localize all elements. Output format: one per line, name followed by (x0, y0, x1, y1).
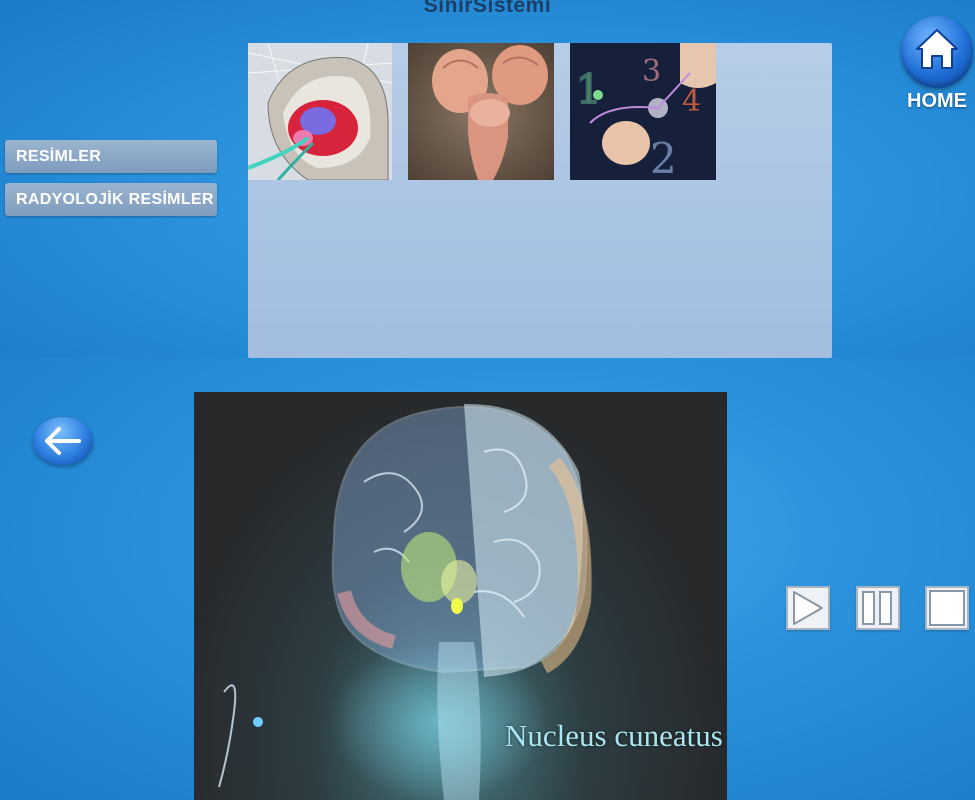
svg-text:3: 3 (642, 54, 661, 89)
home-label: HOME (907, 90, 967, 112)
svg-text:4: 4 (682, 84, 701, 119)
page-title: SinirSistemi (423, 0, 552, 17)
play-icon (793, 591, 823, 625)
pause-icon (862, 591, 892, 625)
brain-cross-section-image (248, 43, 392, 180)
svg-text:1: 1 (576, 67, 601, 113)
stop-button[interactable] (925, 586, 969, 630)
pause-button[interactable] (856, 586, 900, 630)
menu-item-radyolojik-resimler[interactable]: RADYOLOJİK RESİMLER (5, 183, 217, 216)
stop-icon (929, 590, 965, 626)
brainstem-image (408, 43, 554, 180)
menu-item-resimler[interactable]: RESİMLER (5, 140, 217, 173)
back-button[interactable] (33, 417, 93, 465)
thumbnail-neural-pathway[interactable]: 1 3 4 2 (570, 43, 716, 180)
arrow-left-icon (45, 427, 81, 455)
thumbnail-brainstem[interactable] (408, 43, 554, 180)
thumbnail-brain-cross-section[interactable] (248, 43, 392, 180)
play-button[interactable] (786, 586, 830, 630)
svg-text:2: 2 (650, 134, 677, 180)
home-button[interactable]: HOME (900, 14, 973, 120)
home-icon (901, 16, 973, 88)
structure-caption: Nucleus cuneatus (505, 718, 723, 753)
numbered-neural-pathway-image: 1 3 4 2 (570, 43, 716, 180)
